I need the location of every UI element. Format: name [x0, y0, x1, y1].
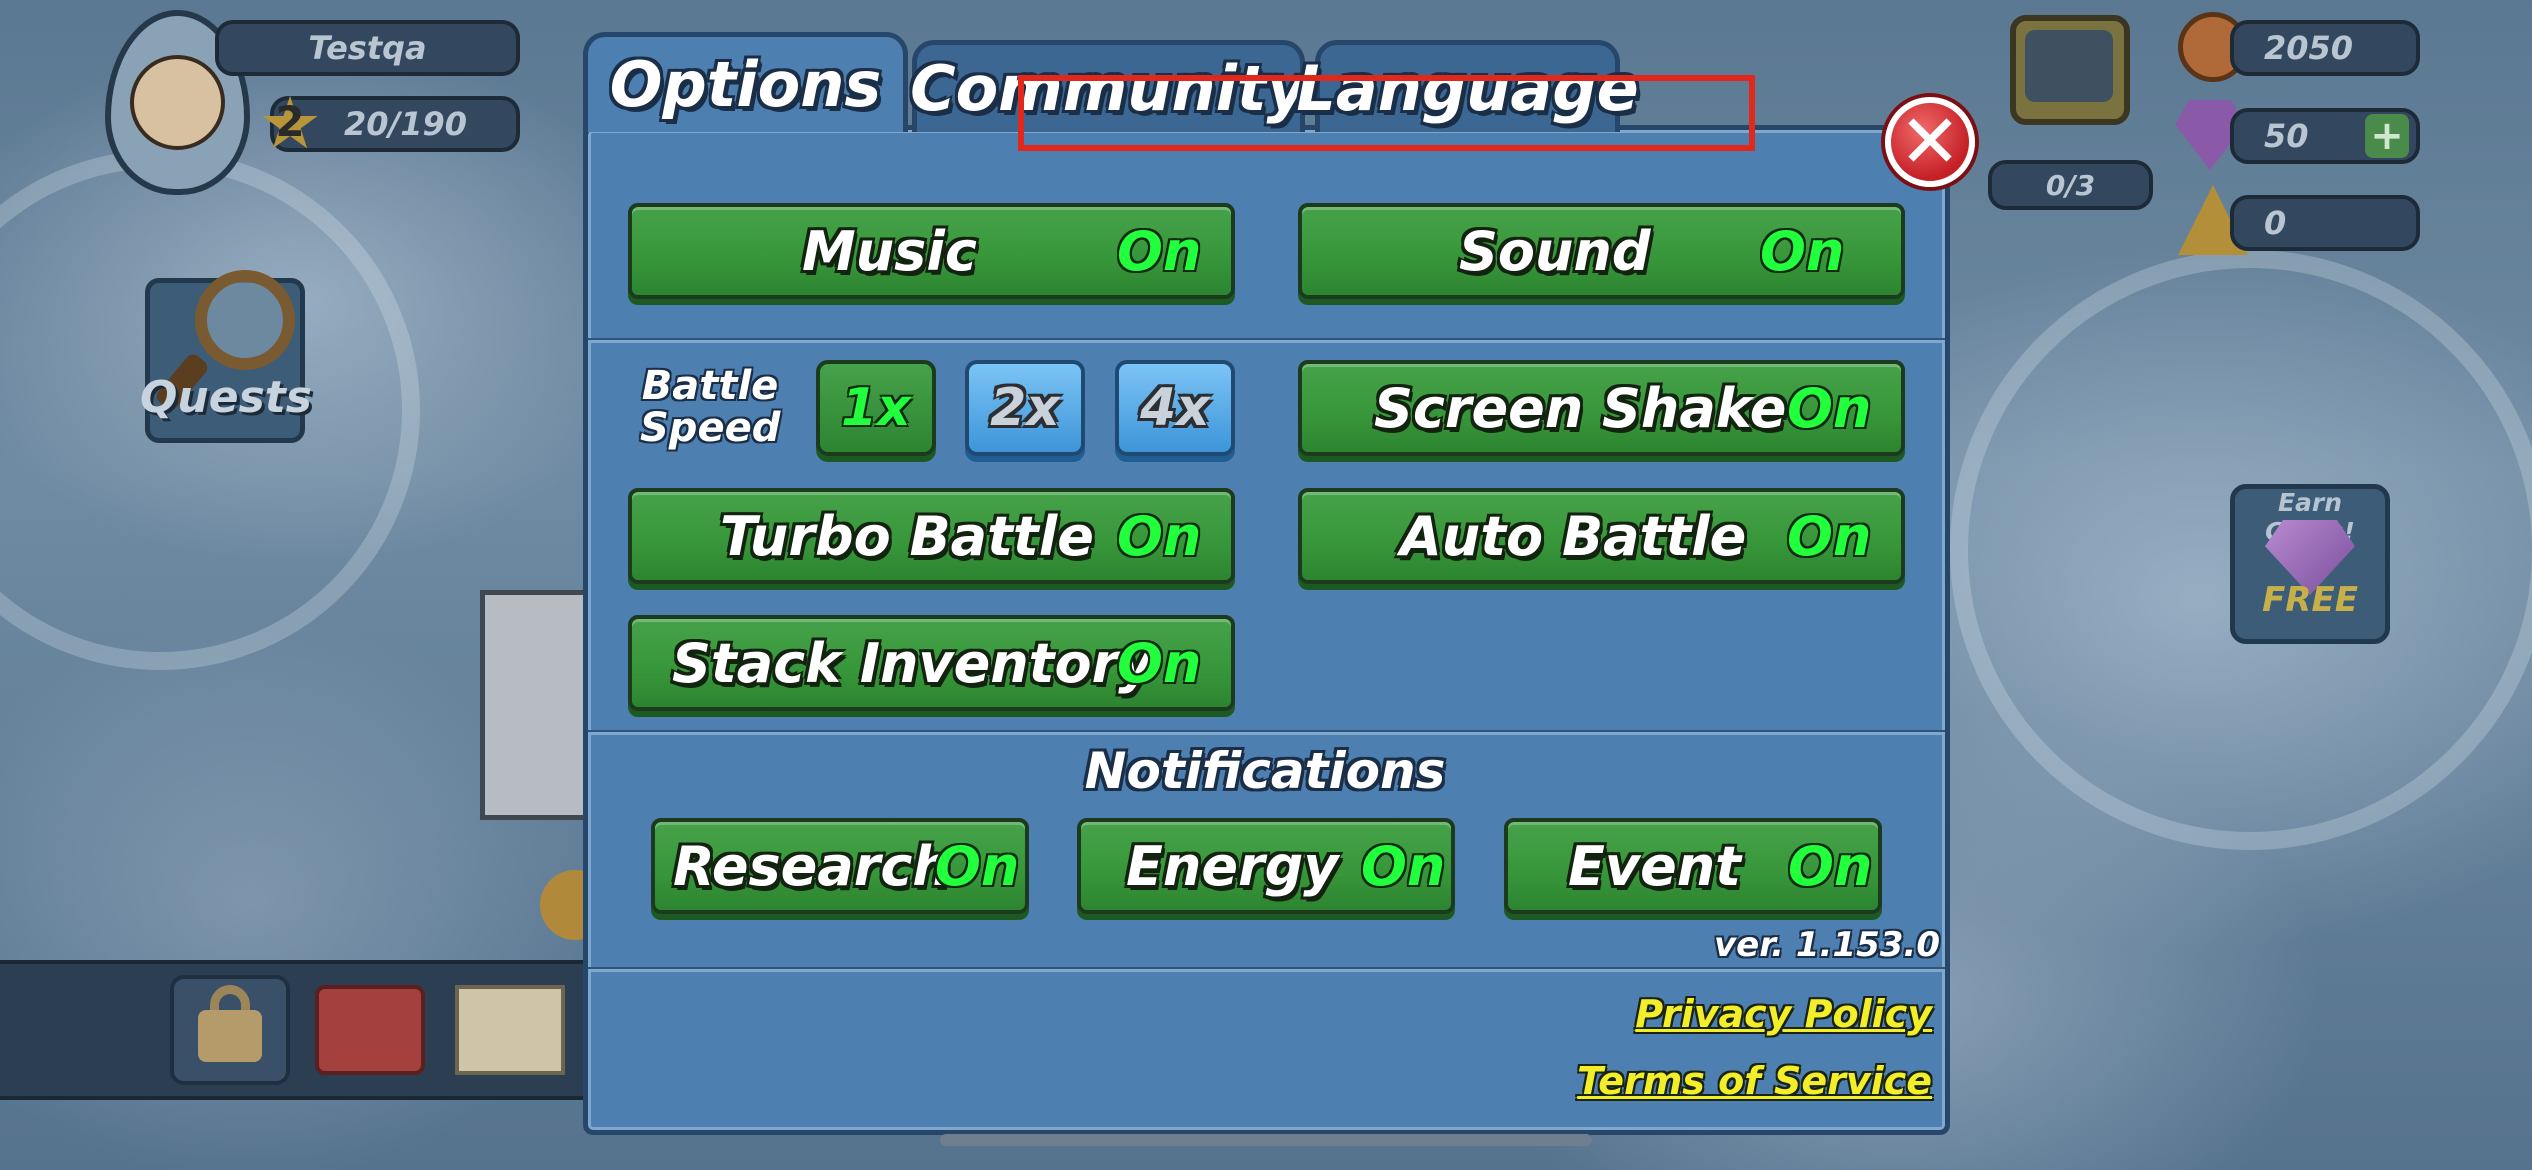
battle-speed-label-line2: Speed: [640, 405, 781, 451]
event-label: Event: [1568, 834, 1741, 898]
screen-shake-toggle-button[interactable]: Screen Shake On: [1298, 360, 1905, 456]
research-label: Research: [673, 834, 951, 898]
event-value: On: [1788, 834, 1873, 898]
tab-community[interactable]: Community: [910, 40, 1307, 132]
section-divider: [588, 338, 1945, 343]
section-divider: [588, 730, 1945, 735]
earn-gems-free-label: FREE: [2262, 580, 2358, 620]
turbo-battle-toggle-button[interactable]: Turbo Battle On: [628, 488, 1235, 584]
sound-toggle-button[interactable]: Sound On: [1298, 203, 1905, 299]
terms-of-service-link[interactable]: Terms of Service: [1577, 1059, 1932, 1103]
music-label: Music: [802, 219, 977, 283]
level-number: 2: [275, 97, 305, 146]
player-name: Testqa: [215, 20, 520, 76]
home-indicator: [940, 1134, 1592, 1146]
tab-options[interactable]: Options: [583, 32, 908, 132]
auto-battle-label: Auto Battle: [1400, 504, 1747, 568]
energy-label: Energy: [1126, 834, 1339, 898]
screen-shake-label: Screen Shake: [1374, 376, 1787, 440]
sound-label: Sound: [1459, 219, 1651, 283]
auto-battle-toggle-button[interactable]: Auto Battle On: [1298, 488, 1905, 584]
coin-count: 2050: [2230, 20, 2420, 76]
notifications-title: Notifications: [1084, 742, 1446, 800]
music-value: On: [1117, 219, 1202, 283]
version-label: ver. 1.153.0: [1713, 925, 1940, 965]
tab-language[interactable]: Language: [1296, 40, 1639, 132]
energy-value: On: [1361, 834, 1446, 898]
stack-inventory-value: On: [1117, 631, 1202, 695]
stack-inventory-toggle-button[interactable]: Stack Inventory On: [628, 615, 1235, 711]
close-icon: ✕: [1898, 99, 1961, 185]
turbo-battle-label: Turbo Battle: [720, 504, 1094, 568]
battle-speed-label-line1: Battle: [641, 363, 779, 409]
tv-screen: [2025, 30, 2113, 102]
speed-2x-button[interactable]: 2x: [965, 360, 1085, 456]
quests-label: Quests: [140, 372, 312, 423]
event-notification-toggle[interactable]: Event On: [1504, 818, 1882, 914]
building-image: [480, 590, 600, 820]
energy-notification-toggle[interactable]: Energy On: [1077, 818, 1455, 914]
speed-4x-button[interactable]: 4x: [1115, 360, 1235, 456]
battle-speed-label: Battle Speed: [640, 365, 780, 449]
add-gems-button[interactable]: +: [2365, 114, 2409, 158]
toolbox-icon[interactable]: [315, 985, 425, 1075]
research-notification-toggle[interactable]: Research On: [651, 818, 1029, 914]
turbo-battle-value: On: [1117, 504, 1202, 568]
speed-1x-button[interactable]: 1x: [816, 360, 936, 456]
section-divider: [588, 967, 1945, 972]
pizza-count: 0: [2230, 195, 2420, 251]
lock-body: [198, 1010, 262, 1062]
privacy-policy-link[interactable]: Privacy Policy: [1635, 992, 1932, 1036]
stack-inventory-label: Stack Inventory: [672, 631, 1154, 695]
auto-battle-value: On: [1787, 504, 1872, 568]
envelope-icon[interactable]: [455, 985, 565, 1075]
tv-counter: 0/3: [1988, 160, 2153, 210]
magnifier-icon: [195, 270, 295, 370]
avatar: [130, 55, 225, 150]
screen-shake-value: On: [1787, 376, 1872, 440]
music-toggle-button[interactable]: Music On: [628, 203, 1235, 299]
research-value: On: [935, 834, 1020, 898]
close-button[interactable]: ✕: [1885, 97, 1975, 187]
sound-value: On: [1760, 219, 1845, 283]
